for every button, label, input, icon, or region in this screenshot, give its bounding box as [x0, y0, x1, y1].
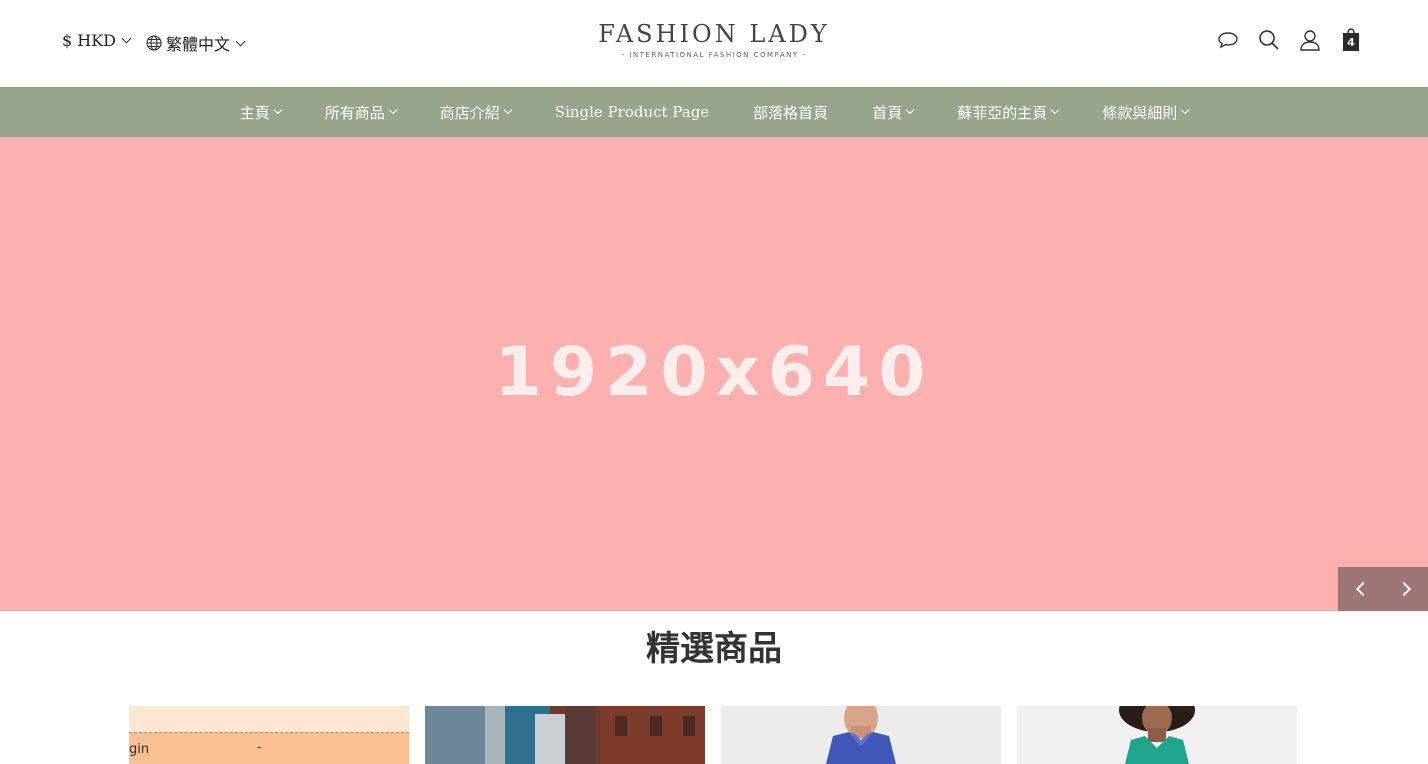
nav-item-label: 商店介紹: [439, 103, 500, 122]
nav-item-label: 首頁: [872, 103, 903, 122]
top-header: $ HKD 繁體中文 FASHION LADY - INTERNATIONAL …: [0, 0, 1428, 87]
main-navigation: 主頁 所有商品 商店介紹 Single Product Page 部落格首頁 首頁 蘇菲亞的…: [0, 87, 1428, 137]
product-card[interactable]: [425, 706, 705, 764]
header-icons: 4: [1217, 28, 1362, 52]
product-image-text: -: [257, 740, 262, 755]
cart-count-badge: 4: [1347, 36, 1355, 49]
nav-item[interactable]: 商店介紹: [418, 102, 533, 123]
product-grid: gin -: [129, 706, 1297, 764]
product-image: [129, 732, 409, 764]
nav-item[interactable]: 主頁: [218, 102, 303, 123]
nav-item-label: 蘇菲亞的主頁: [957, 103, 1048, 122]
chevron-down-icon: [503, 105, 513, 115]
chevron-down-icon: [1050, 105, 1060, 115]
hero-placeholder-text: 1920x640: [494, 333, 934, 412]
chevron-right-icon: [1396, 581, 1411, 597]
chevron-left-icon: [1355, 581, 1370, 597]
carousel-controls: [1338, 567, 1428, 611]
featured-products-title: 精選商品: [646, 629, 782, 669]
nav-item[interactable]: 部落格首頁: [731, 102, 850, 123]
logo-title: FASHION LADY: [598, 20, 830, 48]
nav-item[interactable]: 蘇菲亞的主頁: [935, 102, 1080, 123]
search-icon: [1259, 30, 1279, 50]
account-button[interactable]: [1299, 28, 1321, 52]
user-icon: [1300, 30, 1320, 51]
chat-bubble-icon: [1218, 32, 1238, 49]
site-logo[interactable]: FASHION LADY - INTERNATIONAL FASHION COM…: [0, 19, 1428, 59]
nav-item[interactable]: 所有商品: [303, 102, 418, 123]
nav-item-label: 主頁: [239, 103, 270, 122]
carousel-prev-button[interactable]: [1338, 567, 1383, 611]
chevron-down-icon: [1180, 105, 1190, 115]
chat-button[interactable]: [1217, 28, 1239, 52]
nav-item-label: Single Product Page: [554, 103, 710, 121]
cart-button[interactable]: 4: [1340, 28, 1362, 52]
product-image: [425, 706, 705, 764]
product-image: [721, 706, 1001, 764]
chevron-down-icon: [905, 105, 915, 115]
nav-item[interactable]: Single Product Page: [533, 103, 731, 121]
logo-subtitle: - INTERNATIONAL FASHION COMPANY -: [621, 51, 807, 59]
product-image-text: gin: [129, 742, 150, 757]
chevron-down-icon: [388, 105, 398, 115]
nav-item-label: 部落格首頁: [753, 103, 829, 122]
hero-banner: 1920x640: [0, 137, 1428, 611]
nav-item-label: 條款與細則: [1102, 103, 1178, 122]
product-card[interactable]: gin -: [129, 706, 409, 764]
chevron-down-icon: [273, 105, 283, 115]
product-card[interactable]: [1017, 706, 1297, 764]
carousel-next-button[interactable]: [1383, 567, 1428, 611]
nav-item[interactable]: 首頁: [850, 102, 935, 123]
product-card[interactable]: [721, 706, 1001, 764]
search-button[interactable]: [1258, 28, 1280, 52]
nav-item-label: 所有商品: [324, 103, 385, 122]
product-image: [1017, 706, 1297, 764]
nav-item[interactable]: 條款與細則: [1080, 102, 1210, 123]
